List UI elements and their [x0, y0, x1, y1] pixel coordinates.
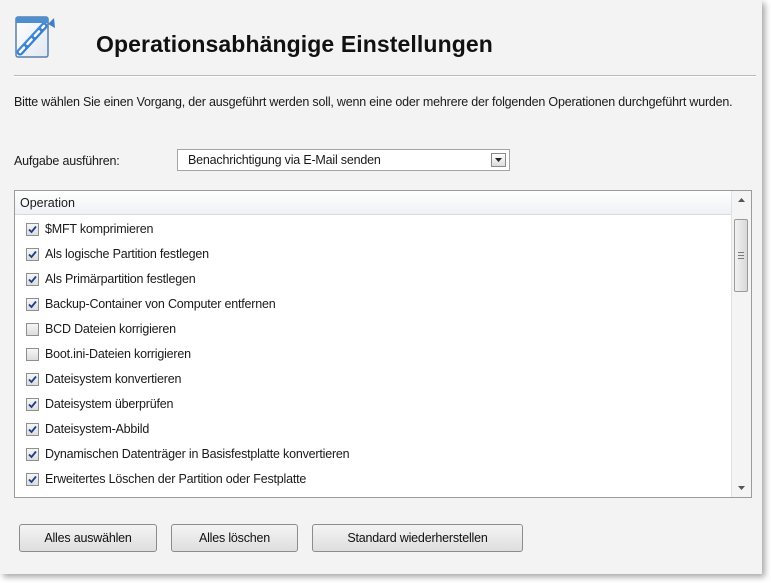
checkmark-icon	[28, 225, 37, 234]
checkbox[interactable]	[26, 473, 39, 486]
list-item-label: Backup-Container von Computer entfernen	[45, 297, 276, 311]
checkmark-icon	[28, 400, 37, 409]
task-dropdown[interactable]: Benachrichtigung via E-Mail senden	[177, 149, 510, 171]
list-item-label: Als Primärpartition festlegen	[45, 272, 196, 286]
checkbox[interactable]	[26, 348, 39, 361]
operations-list[interactable]: Operation $MFT komprimieren Als logische…	[14, 190, 752, 498]
list-item-label: Erweitertes Löschen der Partition oder F…	[45, 472, 307, 486]
list-item[interactable]: Boot.ini-Dateien korrigieren	[15, 342, 731, 367]
task-label: Aufgabe ausführen:	[14, 154, 120, 168]
list-item-label: Dynamischen Datenträger in Basisfestplat…	[45, 447, 350, 461]
checkmark-icon	[28, 375, 37, 384]
list-item[interactable]: Dateisystem-Abbild	[15, 417, 731, 442]
operation-column-header[interactable]: Operation	[15, 191, 731, 215]
list-item[interactable]: Dynamischen Datenträger in Basisfestplat…	[15, 442, 731, 467]
checkmark-icon	[28, 425, 37, 434]
checkmark-icon	[28, 250, 37, 259]
description-text: Bitte wählen Sie einen Vorgang, der ausg…	[14, 95, 733, 109]
list-item[interactable]: Als logische Partition festlegen	[15, 242, 731, 267]
checkmark-icon	[28, 450, 37, 459]
checkbox[interactable]	[26, 373, 39, 386]
list-item-label: Dateisystem-Abbild	[45, 422, 150, 436]
checkbox[interactable]	[26, 398, 39, 411]
list-item[interactable]: Als Primärpartition festlegen	[15, 267, 731, 292]
list-item-label: Dateisystem konvertieren	[45, 372, 182, 386]
header: Operationsabhängige Einstellungen	[14, 14, 754, 70]
checkbox[interactable]	[26, 298, 39, 311]
checkbox[interactable]	[26, 273, 39, 286]
chevron-down-icon	[495, 158, 502, 162]
scroll-down-arrow-icon[interactable]	[732, 479, 751, 497]
clear-all-button[interactable]: Alles löschen	[171, 524, 298, 552]
list-item[interactable]: BCD Dateien korrigieren	[15, 317, 731, 342]
operations-rows: $MFT komprimieren Als logische Partition…	[15, 217, 731, 492]
settings-panel: Operationsabhängige Einstellungen Bitte …	[0, 0, 762, 574]
checkmark-icon	[28, 275, 37, 284]
column-header-label: Operation	[20, 196, 75, 210]
list-item-label: Boot.ini-Dateien korrigieren	[45, 347, 191, 361]
checkmark-icon	[28, 475, 37, 484]
checkbox[interactable]	[26, 248, 39, 261]
list-item[interactable]: Erweitertes Löschen der Partition oder F…	[15, 467, 731, 492]
document-link-icon	[14, 14, 56, 60]
list-item[interactable]: Dateisystem überprüfen	[15, 392, 731, 417]
header-divider	[14, 75, 756, 77]
list-item[interactable]: Backup-Container von Computer entfernen	[15, 292, 731, 317]
checkbox[interactable]	[26, 323, 39, 336]
scroll-up-arrow-icon[interactable]	[732, 191, 751, 209]
task-row: Aufgabe ausführen: Benachrichtigung via …	[14, 149, 614, 173]
checkbox[interactable]	[26, 423, 39, 436]
vertical-scrollbar[interactable]	[731, 191, 751, 497]
dropdown-button[interactable]	[491, 153, 506, 167]
list-item[interactable]: $MFT komprimieren	[15, 217, 731, 242]
page-title: Operationsabhängige Einstellungen	[96, 31, 493, 57]
task-dropdown-value: Benachrichtigung via E-Mail senden	[188, 153, 381, 167]
checkbox[interactable]	[26, 448, 39, 461]
list-item-label: Dateisystem überprüfen	[45, 397, 174, 411]
checkbox[interactable]	[26, 223, 39, 236]
select-all-button[interactable]: Alles auswählen	[19, 524, 157, 552]
list-item-label: $MFT komprimieren	[45, 222, 154, 236]
restore-default-button[interactable]: Standard wiederherstellen	[312, 524, 523, 552]
list-item[interactable]: Dateisystem konvertieren	[15, 367, 731, 392]
list-item-label: BCD Dateien korrigieren	[45, 322, 176, 336]
checkmark-icon	[28, 300, 37, 309]
list-item-label: Als logische Partition festlegen	[45, 247, 209, 261]
scroll-thumb[interactable]	[734, 219, 748, 292]
